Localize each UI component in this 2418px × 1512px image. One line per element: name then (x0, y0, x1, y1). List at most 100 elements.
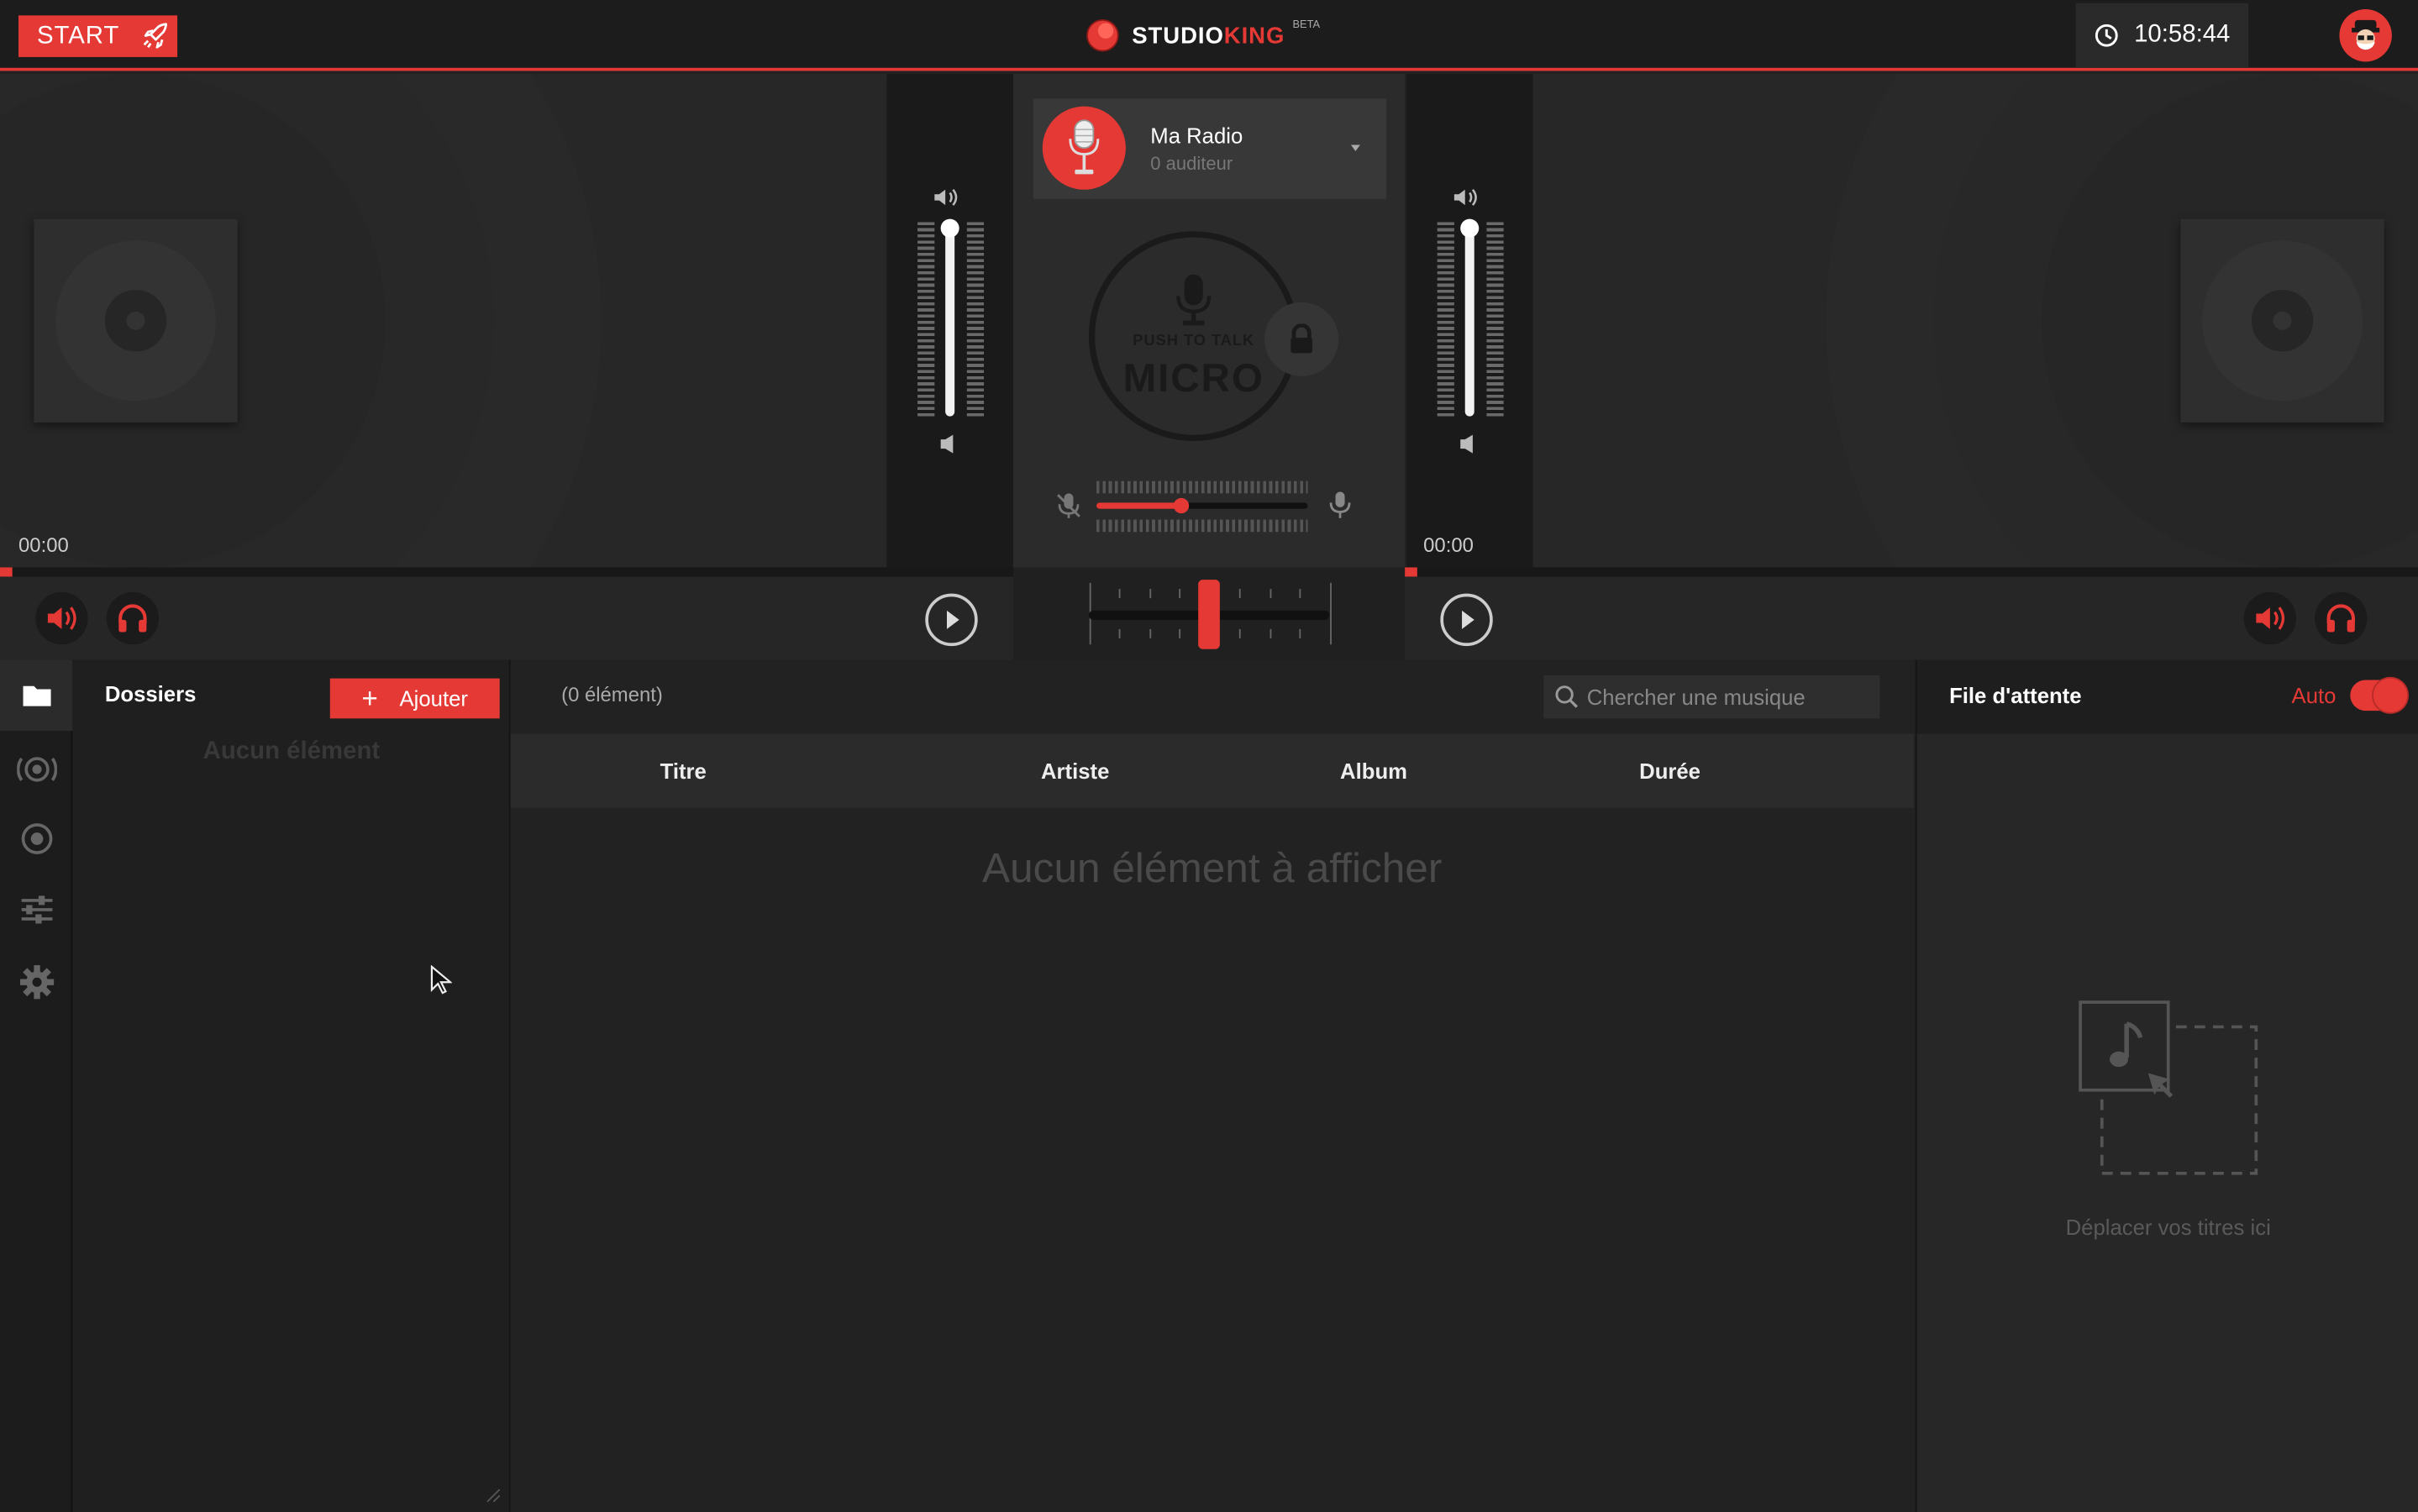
drop-music-icon (2079, 1000, 2258, 1175)
auto-toggle[interactable] (2350, 678, 2408, 713)
microphone-icon (1176, 274, 1212, 326)
speaker-icon (47, 606, 76, 630)
user-avatar[interactable] (2339, 9, 2392, 62)
nav-record[interactable] (0, 803, 72, 874)
logo-text: STUDIOKING (1132, 22, 1285, 49)
start-label: START (37, 22, 120, 49)
app-logo: STUDIOKING BETA (1085, 17, 1320, 54)
studioking-app: START STUDIOKING BETA 10:58:44 00:00 Ma … (0, 0, 2418, 1512)
deck-left-time: 00:00 (18, 533, 69, 557)
volume-knob[interactable] (940, 218, 959, 238)
volume-high-icon (1453, 188, 1477, 206)
mic-level-ticks (1096, 480, 1308, 494)
volume-knob[interactable] (1460, 218, 1480, 238)
deck-right-time: 00:00 (1423, 533, 1474, 557)
speaker-icon (2256, 606, 2285, 630)
volume-low-icon (1460, 434, 1473, 454)
start-button[interactable]: START (18, 15, 178, 57)
add-folder-button[interactable]: + Ajouter (329, 678, 500, 719)
volume-fill (1464, 228, 1474, 417)
crossfader-knob[interactable] (1198, 580, 1220, 649)
nav-mixer[interactable] (0, 874, 72, 945)
headphones-icon (118, 604, 147, 633)
radio-selector[interactable]: Ma Radio 0 auditeur (1033, 98, 1387, 199)
deck-left-play-button[interactable] (925, 593, 978, 647)
volume-ticks (917, 222, 935, 417)
clock-icon (2094, 24, 2118, 48)
nav-settings[interactable] (0, 947, 72, 1017)
deck-left-controls (0, 576, 1013, 660)
micro-label: MICRO (1122, 354, 1264, 402)
library-count: (0 élément) (561, 683, 663, 706)
crossfader[interactable] (1012, 567, 1406, 660)
library-panel: (0 élément) Titre Artiste Album Durée Au… (510, 659, 1914, 1512)
column-album[interactable]: Album (1340, 759, 1407, 783)
deck-right-headphones-button[interactable] (2315, 591, 2368, 645)
folders-title: Dossiers (104, 681, 197, 706)
deck-left-cover (34, 218, 238, 423)
progress-fill (0, 567, 13, 577)
volume-ticks (966, 222, 985, 417)
queue-panel: File d'attente Auto Déplacer vos titres … (1915, 659, 2418, 1512)
vinyl-icon (2202, 240, 2363, 402)
deck-right-volume[interactable] (1406, 74, 1533, 568)
search-input[interactable] (1543, 675, 1880, 719)
mic-level-ticks (1096, 519, 1308, 533)
resize-handle-icon[interactable] (486, 1488, 501, 1503)
broadcast-icon (16, 757, 56, 782)
mic-mute-icon[interactable] (1054, 491, 1085, 522)
lock-icon (1290, 323, 1313, 354)
radio-listeners: 0 auditeur (1150, 152, 1233, 175)
folder-icon (22, 685, 50, 706)
play-icon (1462, 610, 1474, 629)
radio-name: Ma Radio (1150, 123, 1243, 149)
microphone-icon (1042, 106, 1126, 190)
nav-broadcast[interactable] (0, 734, 72, 805)
push-to-talk-label: PUSH TO TALK (1133, 333, 1255, 350)
deck-right-speaker-button[interactable] (2243, 591, 2297, 645)
search-icon (1555, 685, 1578, 708)
library-empty-message: Aucun élément à afficher (982, 844, 1443, 891)
mic-level-fill (1096, 502, 1181, 509)
auto-label: Auto (2291, 683, 2337, 708)
mic-level-knob[interactable] (1173, 497, 1189, 514)
volume-ticks (1437, 222, 1454, 417)
nav-folders[interactable] (0, 659, 73, 732)
deck-left-headphones-button[interactable] (106, 591, 160, 645)
gear-icon (18, 965, 54, 1000)
left-nav (0, 659, 73, 1512)
column-duration[interactable]: Durée (1639, 759, 1700, 783)
volume-fill (945, 228, 955, 417)
library-table-header: Titre Artiste Album Durée (510, 733, 1914, 808)
clock: 10:58:44 (2075, 3, 2249, 68)
folders-empty-message: Aucun élément (202, 738, 381, 765)
queue-title: File d'attente (1949, 683, 2082, 708)
deck-right-controls (1405, 576, 2418, 660)
mic-icon (1329, 491, 1351, 518)
queue-header: File d'attente Auto (1916, 659, 2418, 734)
mouse-cursor-icon (430, 965, 452, 995)
lock-button[interactable] (1264, 302, 1339, 376)
deck-right-progress[interactable] (1405, 567, 2418, 577)
chevron-down-icon[interactable] (1346, 142, 1364, 155)
beta-badge: BETA (1292, 19, 1321, 31)
headphones-icon (2326, 604, 2355, 633)
deck-left: 00:00 (0, 74, 887, 568)
deck-left-progress[interactable] (0, 567, 1013, 577)
top-bar: START STUDIOKING BETA 10:58:44 (0, 0, 2418, 71)
queue-empty-message: Déplacer vos titres ici (2065, 1215, 2271, 1240)
logo-icon (1085, 18, 1119, 52)
deck-left-volume[interactable] (886, 74, 1013, 568)
deck-right-play-button[interactable] (1440, 593, 1493, 647)
deck-left-speaker-button[interactable] (35, 591, 88, 645)
column-title[interactable]: Titre (660, 759, 707, 783)
volume-ticks (1486, 222, 1504, 417)
column-artist[interactable]: Artiste (1041, 759, 1109, 783)
rocket-icon (141, 21, 172, 52)
record-icon (20, 823, 52, 854)
plus-icon: + (361, 683, 378, 714)
volume-low-icon (940, 434, 954, 454)
sliders-icon (20, 895, 52, 924)
progress-fill (1405, 567, 1417, 577)
play-icon (946, 610, 959, 629)
